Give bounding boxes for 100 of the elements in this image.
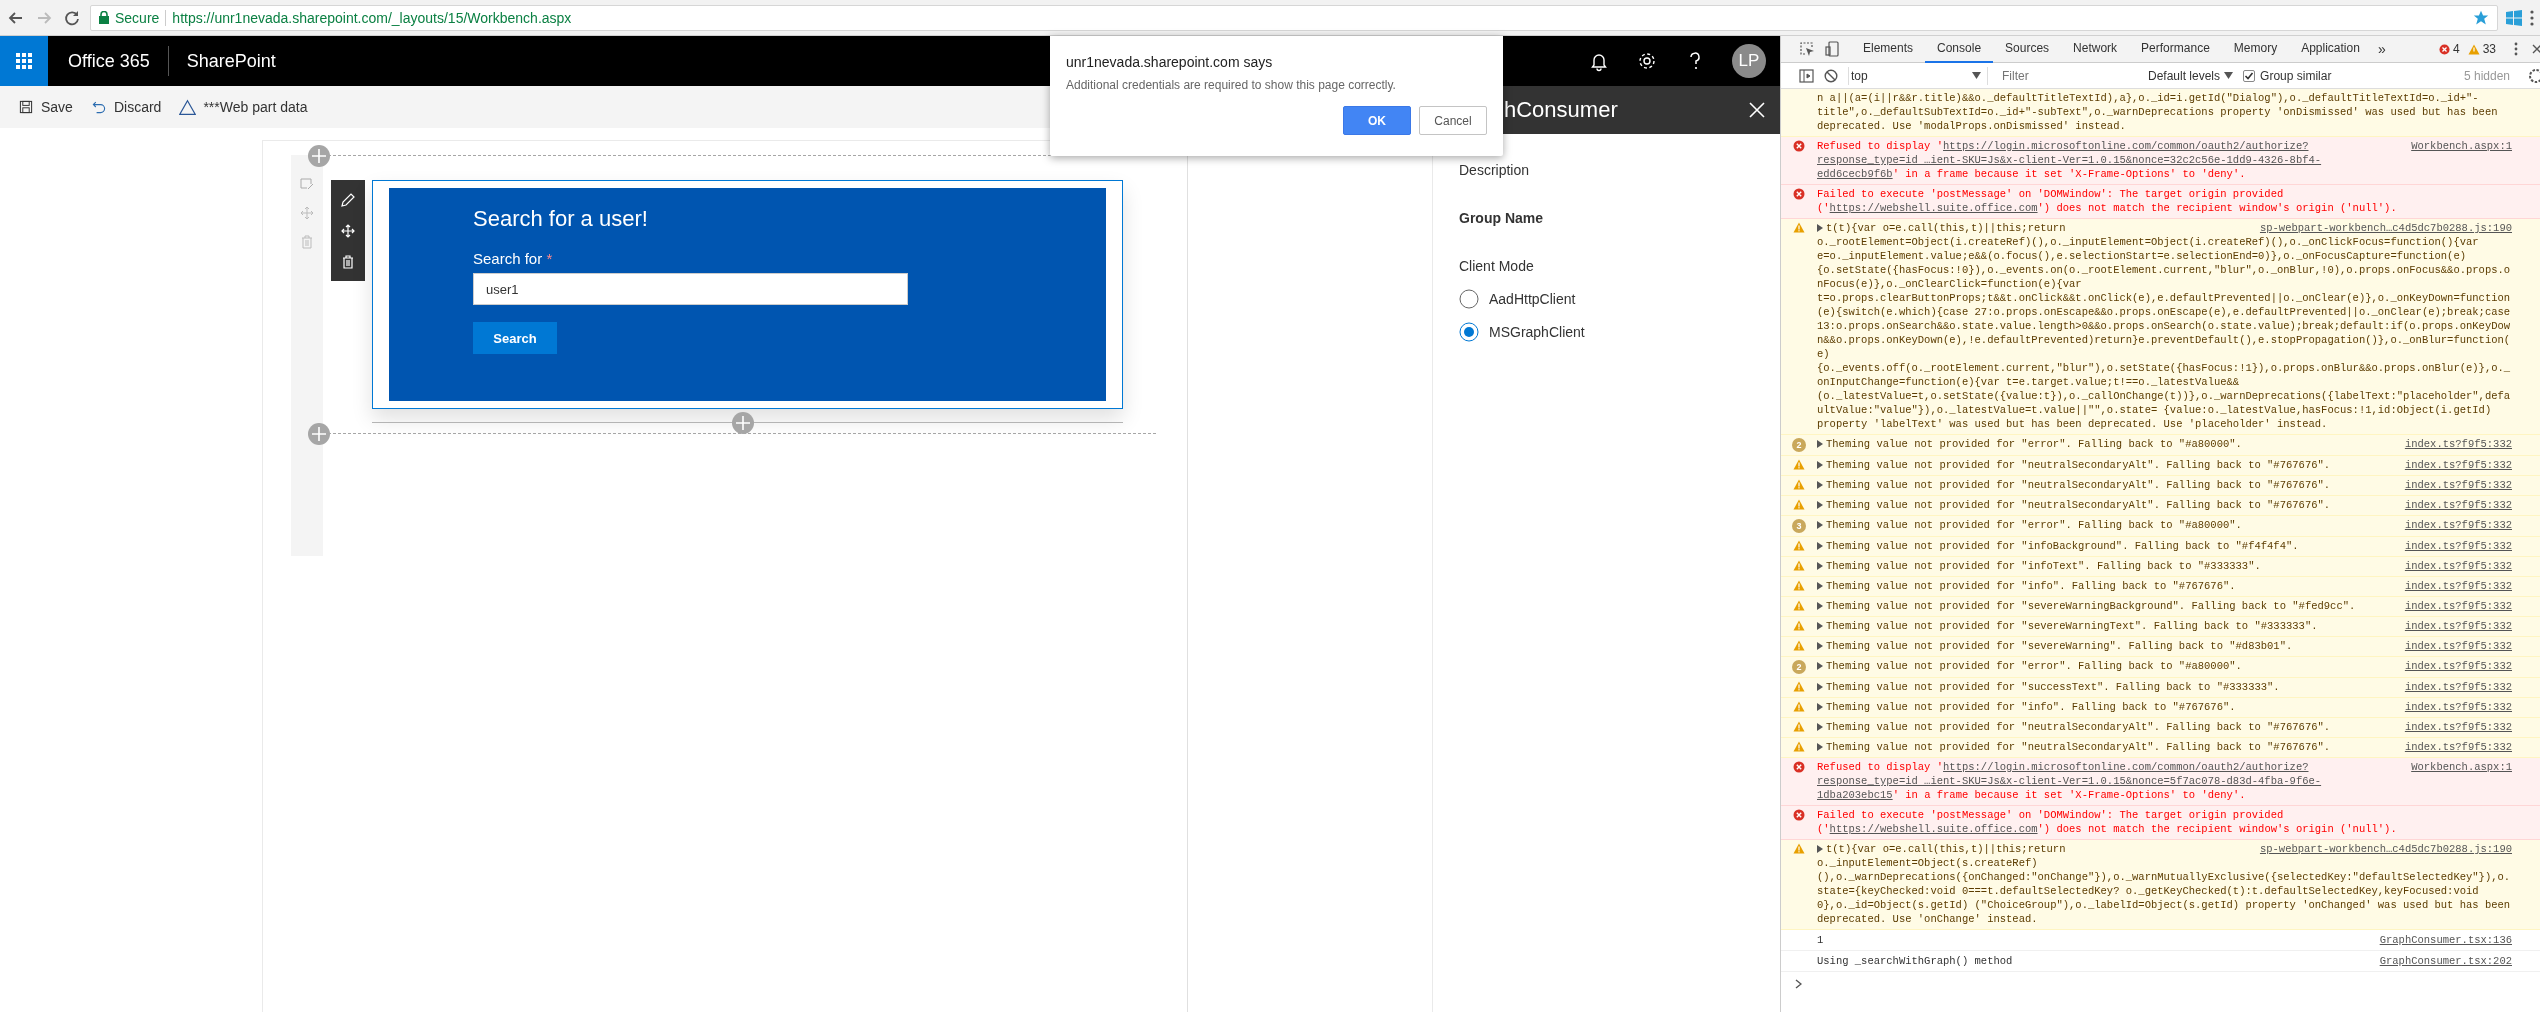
expand-triangle-icon[interactable] xyxy=(1817,642,1823,650)
expand-triangle-icon[interactable] xyxy=(1817,602,1823,610)
source-link[interactable]: GraphConsumer.tsx:202 xyxy=(2379,954,2512,968)
prompt-chevron-icon[interactable] xyxy=(1795,979,1802,989)
expand-triangle-icon[interactable] xyxy=(1817,845,1823,853)
discard-button[interactable]: Discard xyxy=(90,99,162,115)
address-bar[interactable]: Secure https://unr1nevada.sharepoint.com/_layouts/15/Workbench.aspx xyxy=(90,4,2498,31)
warning-count[interactable]: 33 xyxy=(2482,42,2496,56)
expand-triangle-icon[interactable] xyxy=(1817,582,1823,590)
expand-triangle-icon[interactable] xyxy=(1817,481,1823,489)
device-icon[interactable] xyxy=(1825,41,1841,57)
console-message: t(t){var o=e.call(this,t)||this;return xyxy=(1826,842,2067,856)
ok-button[interactable]: OK xyxy=(1343,106,1411,135)
devtools-tab[interactable]: Network xyxy=(2061,35,2130,63)
devtools-tab[interactable]: Performance xyxy=(2129,35,2222,63)
source-link[interactable]: index.ts?f9f5:332 xyxy=(2404,437,2512,451)
expand-triangle-icon[interactable] xyxy=(1817,622,1823,630)
inspect-icon[interactable] xyxy=(1799,41,1815,57)
suite-title[interactable]: Office 365 xyxy=(48,46,169,76)
save-button[interactable]: Save xyxy=(18,99,73,115)
expand-triangle-icon[interactable] xyxy=(1817,501,1823,509)
source-link[interactable]: index.ts?f9f5:332 xyxy=(2404,740,2512,754)
console-message: Theming value not provided for "severeWarningText". Falling back to "#333333". xyxy=(1826,619,2319,633)
source-link[interactable]: sp-webpart-workbench…c4d5dc7b0288.js:190 xyxy=(2259,842,2512,856)
error-count[interactable]: 4 xyxy=(2452,42,2460,56)
cancel-button[interactable]: Cancel xyxy=(1419,106,1487,135)
expand-triangle-icon[interactable] xyxy=(1817,703,1823,711)
url-text: https://unr1nevada.sharepoint.com/_layouts/15/Workbench.aspx xyxy=(172,9,572,26)
expand-triangle-icon[interactable] xyxy=(1817,683,1823,691)
console-message: o._rootElement=Object(i.createRef)(),o._inputElement=Object(i.createRef)(),o._onClickFocus=function(){var e=o._inputElement.value;e&&(o.focus(),e.selectionStart=e.selectionEnd=0)},o._onFocusCapture=function(e){o.setState({hasFocus:!0}),o._events.on(o._rootElement.current,"blur",o._onBlur,!0),o.props.onFocus&&o.props.onFocus(e)},o._onClearClick=function(e){var t=o.props.clearButtonProps;t&&t.onClick&&t.onClick(e),e.defaultPrevented||o._onClear(e)},o._onKeyDown=function(e){switch(e.which){case 27:o.props.onEscape&&o.props.onEscape(e),e.defaultPrevented||o._onClear(e);break;case 13:o.props.onSearch&&o.state.value.length>0&&o.props.onSearch(o.state.value);break;default:if(o.props.onKeyDown&&o.props.onKeyDown(e),!e.defaultPrevented)return}e.preventDefault(),e.stopPropagation()},o._onBlur=function(e) {o._events.off(o._rootElement.current,"blur"),o.setState({hasFocus:!1}),o.props.onBlur&&o.props.onBlur(e)},o._onInputChange=function(e){var t=e.target.value;t!==o._latestValue&& (o._latestValue=t,o.setState({value:t}),o._callOnChange(t))},o._warnDeprecations({labelText:"placeholder",defaultValue:"value"}),o._latestValue=t.value||"",o.state= {value:o._latestValue,hasFocus:!1,id:Object(i.getId) property 'labelText' was used but has been deprecated. Use 'placeholder' instead. xyxy=(1817,235,2512,431)
menu-icon[interactable] xyxy=(2530,9,2534,26)
expand-triangle-icon[interactable] xyxy=(1817,662,1823,670)
context-select[interactable]: top xyxy=(1848,66,1988,85)
field-label: Search for * xyxy=(473,250,554,267)
source-link[interactable]: GraphConsumer.tsx:136 xyxy=(2379,933,2512,947)
console-message: Theming value not provided for "neutralSecondaryAlt". Falling back to "#767676". xyxy=(1826,720,2332,734)
windows-icon[interactable] xyxy=(2506,9,2522,26)
source-link[interactable]: index.ts?f9f5:332 xyxy=(2404,539,2512,553)
sidebar-icon[interactable] xyxy=(1799,68,1814,83)
devtools-tab[interactable]: Elements xyxy=(1851,35,1926,63)
error-icon xyxy=(1793,140,1805,152)
expand-triangle-icon[interactable] xyxy=(1817,461,1823,469)
source-link[interactable]: Workbench.aspx:1 xyxy=(2411,760,2512,774)
source-link[interactable]: index.ts?f9f5:332 xyxy=(2404,659,2512,673)
count-badge: 3 xyxy=(1792,519,1806,533)
settings-icon[interactable] xyxy=(1636,50,1658,72)
search-field[interactable]: user1 xyxy=(473,273,908,305)
settings-icon[interactable] xyxy=(2528,68,2540,83)
expand-triangle-icon[interactable] xyxy=(1817,743,1823,751)
expand-triangle-icon[interactable] xyxy=(1817,224,1823,232)
expand-triangle-icon[interactable] xyxy=(1817,723,1823,731)
levels-select[interactable]: Default levels xyxy=(2148,68,2234,83)
clear-console-icon[interactable] xyxy=(1824,68,1838,83)
warning-icon xyxy=(1793,479,1805,490)
devtools-tab[interactable]: Memory xyxy=(2221,35,2290,63)
search-button[interactable]: Search xyxy=(473,322,557,354)
count-badge: 2 xyxy=(1792,438,1806,452)
group-similar-checkbox[interactable]: Group similar xyxy=(2243,68,2332,83)
source-link[interactable]: index.ts?f9f5:332 xyxy=(2404,498,2512,512)
pane-title: hConsumer xyxy=(1504,97,1618,123)
dialog-title: unr1nevada.sharepoint.com says xyxy=(1066,54,1274,70)
star-icon[interactable] xyxy=(2473,9,2489,26)
close-icon[interactable] xyxy=(2532,44,2540,54)
devtools-tab[interactable]: Console xyxy=(1925,35,1994,63)
site-title[interactable]: SharePoint xyxy=(168,50,276,72)
source-link[interactable]: index.ts?f9f5:332 xyxy=(2404,700,2512,714)
source-link[interactable]: index.ts?f9f5:332 xyxy=(2404,619,2512,633)
devtools-tab[interactable]: Application xyxy=(2289,35,2372,63)
waffle-icon xyxy=(16,53,32,69)
source-link[interactable]: Workbench.aspx:1 xyxy=(2411,139,2512,153)
console-message: Theming value not provided for "error". Falling back to "#a80000". xyxy=(1826,437,2243,451)
expand-triangle-icon[interactable] xyxy=(1817,542,1823,550)
radio-option[interactable]: MSGraphClient xyxy=(1459,322,1585,342)
expand-triangle-icon[interactable] xyxy=(1817,562,1823,570)
warning-icon xyxy=(1793,499,1805,510)
web-part-data-button[interactable]: ***Web part data xyxy=(179,98,308,116)
radio-option[interactable]: AadHttpClient xyxy=(1459,289,1576,309)
console-message: Theming value not provided for "infoText". Falling back to "#333333". xyxy=(1826,559,2262,573)
source-link[interactable]: index.ts?f9f5:332 xyxy=(2404,680,2512,694)
source-link[interactable]: index.ts?f9f5:332 xyxy=(2404,639,2512,653)
menu-icon[interactable] xyxy=(2514,42,2518,56)
expand-triangle-icon[interactable] xyxy=(1817,440,1823,448)
source-link[interactable]: index.ts?f9f5:332 xyxy=(2404,458,2512,472)
source-link[interactable]: index.ts?f9f5:332 xyxy=(2404,478,2512,492)
source-link[interactable]: sp-webpart-workbench…c4d5dc7b0288.js:190 xyxy=(2259,221,2512,235)
expand-triangle-icon[interactable] xyxy=(1817,521,1823,529)
console-message: Theming value not provided for "info". Falling back to "#767676". xyxy=(1826,700,2237,714)
warning-icon xyxy=(1793,620,1805,631)
source-link[interactable]: index.ts?f9f5:332 xyxy=(2404,559,2512,573)
console-message: Theming value not provided for "severeWarning". Falling back to "#d83b01". xyxy=(1826,639,2294,653)
source-link[interactable]: index.ts?f9f5:332 xyxy=(2404,720,2512,734)
source-link[interactable]: index.ts?f9f5:332 xyxy=(2404,518,2512,532)
console-message: Theming value not provided for "neutralSecondaryAlt". Falling back to "#767676". xyxy=(1826,458,2332,472)
source-link[interactable]: index.ts?f9f5:332 xyxy=(2404,599,2512,613)
more-tabs-button[interactable]: » xyxy=(2377,41,2439,57)
pencil-icon[interactable] xyxy=(341,192,355,207)
app-launcher-button[interactable] xyxy=(0,36,48,86)
console-message: Theming value not provided for "error". Falling back to "#a80000". xyxy=(1826,659,2243,673)
devtools-tab[interactable]: Sources xyxy=(1993,35,2062,63)
source-link[interactable]: index.ts?f9f5:332 xyxy=(2404,579,2512,593)
